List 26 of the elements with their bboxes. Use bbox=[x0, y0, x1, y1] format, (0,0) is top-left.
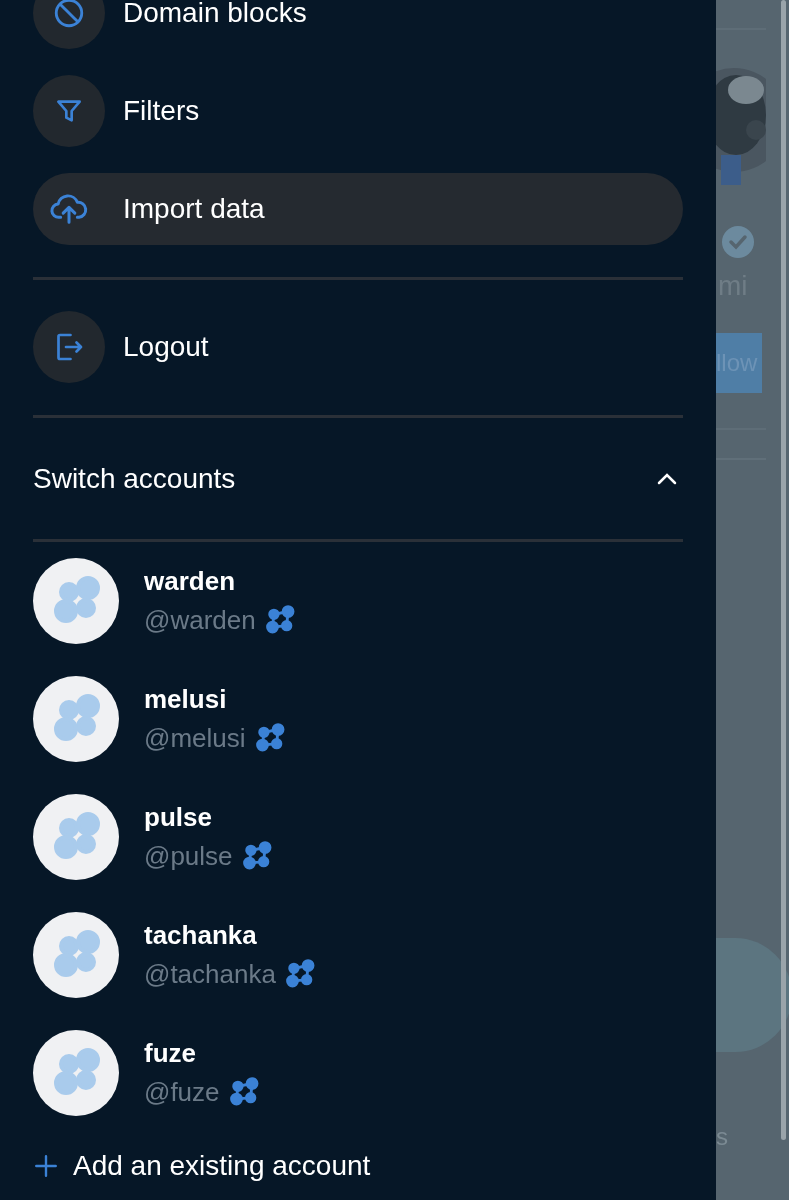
plus-icon bbox=[33, 1153, 59, 1179]
chevron-up-icon bbox=[655, 471, 679, 486]
verified-icon bbox=[722, 226, 754, 258]
block-icon bbox=[52, 0, 86, 30]
account-handle: @warden bbox=[144, 604, 256, 636]
add-account-link[interactable]: Add an existing account bbox=[33, 1152, 371, 1180]
avatar[interactable] bbox=[33, 1030, 119, 1116]
account-name: pulse bbox=[144, 801, 213, 833]
account-handle: @melusi bbox=[144, 722, 246, 754]
menu-item[interactable]: Domain blocks bbox=[33, 0, 683, 49]
avatar[interactable] bbox=[33, 912, 119, 998]
switch-accounts-toggle[interactable]: Switch accounts bbox=[33, 418, 683, 539]
menu-item[interactable]: Filters bbox=[33, 75, 683, 147]
account-handle: @fuze bbox=[144, 1076, 220, 1108]
account-name: melusi bbox=[144, 683, 228, 715]
menu-item[interactable]: Import data bbox=[33, 173, 683, 245]
avatar[interactable] bbox=[33, 558, 119, 644]
section-title: Switch accounts bbox=[33, 461, 236, 496]
avatar[interactable] bbox=[33, 794, 119, 880]
account-name: tachanka bbox=[144, 919, 258, 951]
account-name: warden bbox=[144, 565, 237, 597]
account-handle: @pulse bbox=[144, 840, 233, 872]
avatar[interactable] bbox=[33, 676, 119, 762]
logout-item[interactable]: Logout bbox=[33, 311, 683, 383]
account-name: fuze bbox=[144, 1037, 197, 1069]
account-handle: @tachanka bbox=[144, 958, 276, 990]
